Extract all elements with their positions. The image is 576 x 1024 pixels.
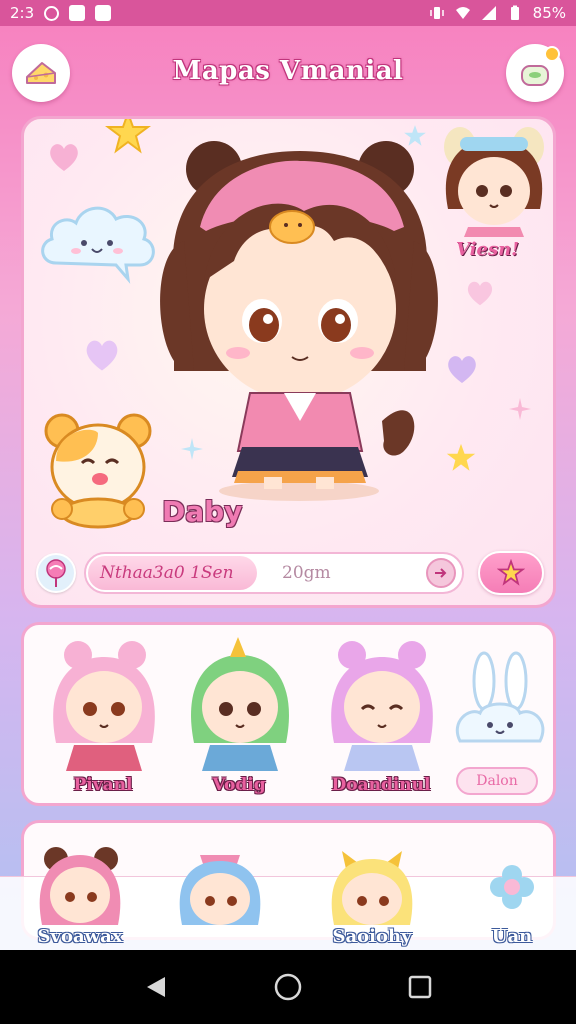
app-title: Mapas Vmanial (172, 56, 404, 86)
character-label: Doandinul (331, 775, 431, 795)
nav-label: Uan (491, 926, 533, 947)
system-navigation-bar (0, 950, 576, 1024)
bottom-navigation: Svoawax Saoiohy Uan (0, 847, 576, 950)
favorite-button[interactable] (478, 551, 544, 595)
bag-button[interactable] (506, 44, 564, 102)
nav-item-blue[interactable] (160, 845, 280, 951)
character-name: Daby (162, 495, 243, 528)
lollipop-button[interactable] (36, 553, 76, 593)
header: Mapas Vmanial (0, 26, 576, 116)
hamster-mascot-icon (44, 413, 152, 529)
signal-icon (481, 6, 496, 20)
character-item-pivanl[interactable]: Pivanl (38, 633, 168, 803)
notification-badge (544, 46, 560, 62)
yellow-character-avatar (331, 851, 413, 925)
lollipop-icon (46, 559, 66, 587)
progress-pill[interactable]: Nthaa3a0 1Sen 20gm (84, 552, 464, 594)
vibrate-icon (429, 7, 444, 19)
battery-icon (510, 5, 519, 20)
star-icon (497, 559, 525, 586)
green-character-avatar (191, 637, 289, 771)
side-character-avatar (444, 127, 544, 237)
home-circle-icon (274, 973, 302, 1001)
progress-time: 20gm (282, 563, 331, 583)
nav-item-saoiohy[interactable]: Saoiohy (312, 845, 432, 951)
character-avatar (160, 141, 438, 501)
characters-action-button[interactable]: Dalon (456, 767, 538, 795)
app-notification-icon (95, 5, 112, 21)
nav-label: Svoawax (37, 926, 123, 947)
status-time: 2:3 (10, 4, 35, 22)
bag-icon (521, 65, 549, 86)
pink-character-avatar (53, 641, 155, 771)
arrow-right-icon (435, 568, 447, 578)
heart-icon (448, 356, 476, 383)
nav-item-svoawax[interactable]: Svoawax (20, 845, 140, 951)
home-button[interactable] (268, 967, 308, 1007)
sparkle-icon (509, 398, 531, 420)
cloud-mascot-icon (41, 206, 155, 284)
nav-label: Saoiohy (332, 926, 412, 947)
star-icon (105, 119, 151, 154)
bunny-mascot-icon (456, 651, 545, 743)
character-item-vodig[interactable]: Vodig (174, 633, 304, 803)
character-item-doandinul[interactable]: Doandinul (316, 633, 446, 803)
status-bar: 2:3 85% (0, 0, 576, 26)
featured-character-card[interactable]: Viesn! Daby Nthaa3a0 1Sen 20gm (21, 116, 556, 608)
purple-character-avatar (331, 641, 433, 771)
heart-icon (50, 144, 78, 171)
flower-icon (490, 865, 534, 909)
character-label: Vodig (212, 775, 266, 795)
side-character-label: Viesn! (456, 239, 520, 260)
play-icon (44, 5, 60, 21)
hero-action-bar: Nthaa3a0 1Sen 20gm (36, 549, 546, 597)
star-icon (446, 443, 476, 471)
blue-character-avatar (179, 855, 261, 925)
recents-button[interactable] (400, 967, 440, 1007)
battery-level: 85% (532, 4, 566, 22)
wifi-icon (455, 7, 470, 19)
heart-icon (86, 340, 118, 371)
back-triangle-icon (147, 977, 165, 997)
character-list-card: Pivanl Vodig Doandinul Dalon (21, 622, 556, 806)
recents-square-icon (408, 975, 432, 999)
back-button[interactable] (136, 967, 176, 1007)
progress-text: Nthaa3a0 1Sen (100, 563, 234, 583)
heart-icon (467, 281, 493, 306)
bear-girl-avatar (39, 847, 121, 925)
photo-icon (69, 5, 86, 21)
go-button[interactable] (426, 558, 456, 588)
nav-item-uan[interactable]: Uan (452, 845, 572, 951)
character-label: Pivanl (73, 775, 133, 795)
